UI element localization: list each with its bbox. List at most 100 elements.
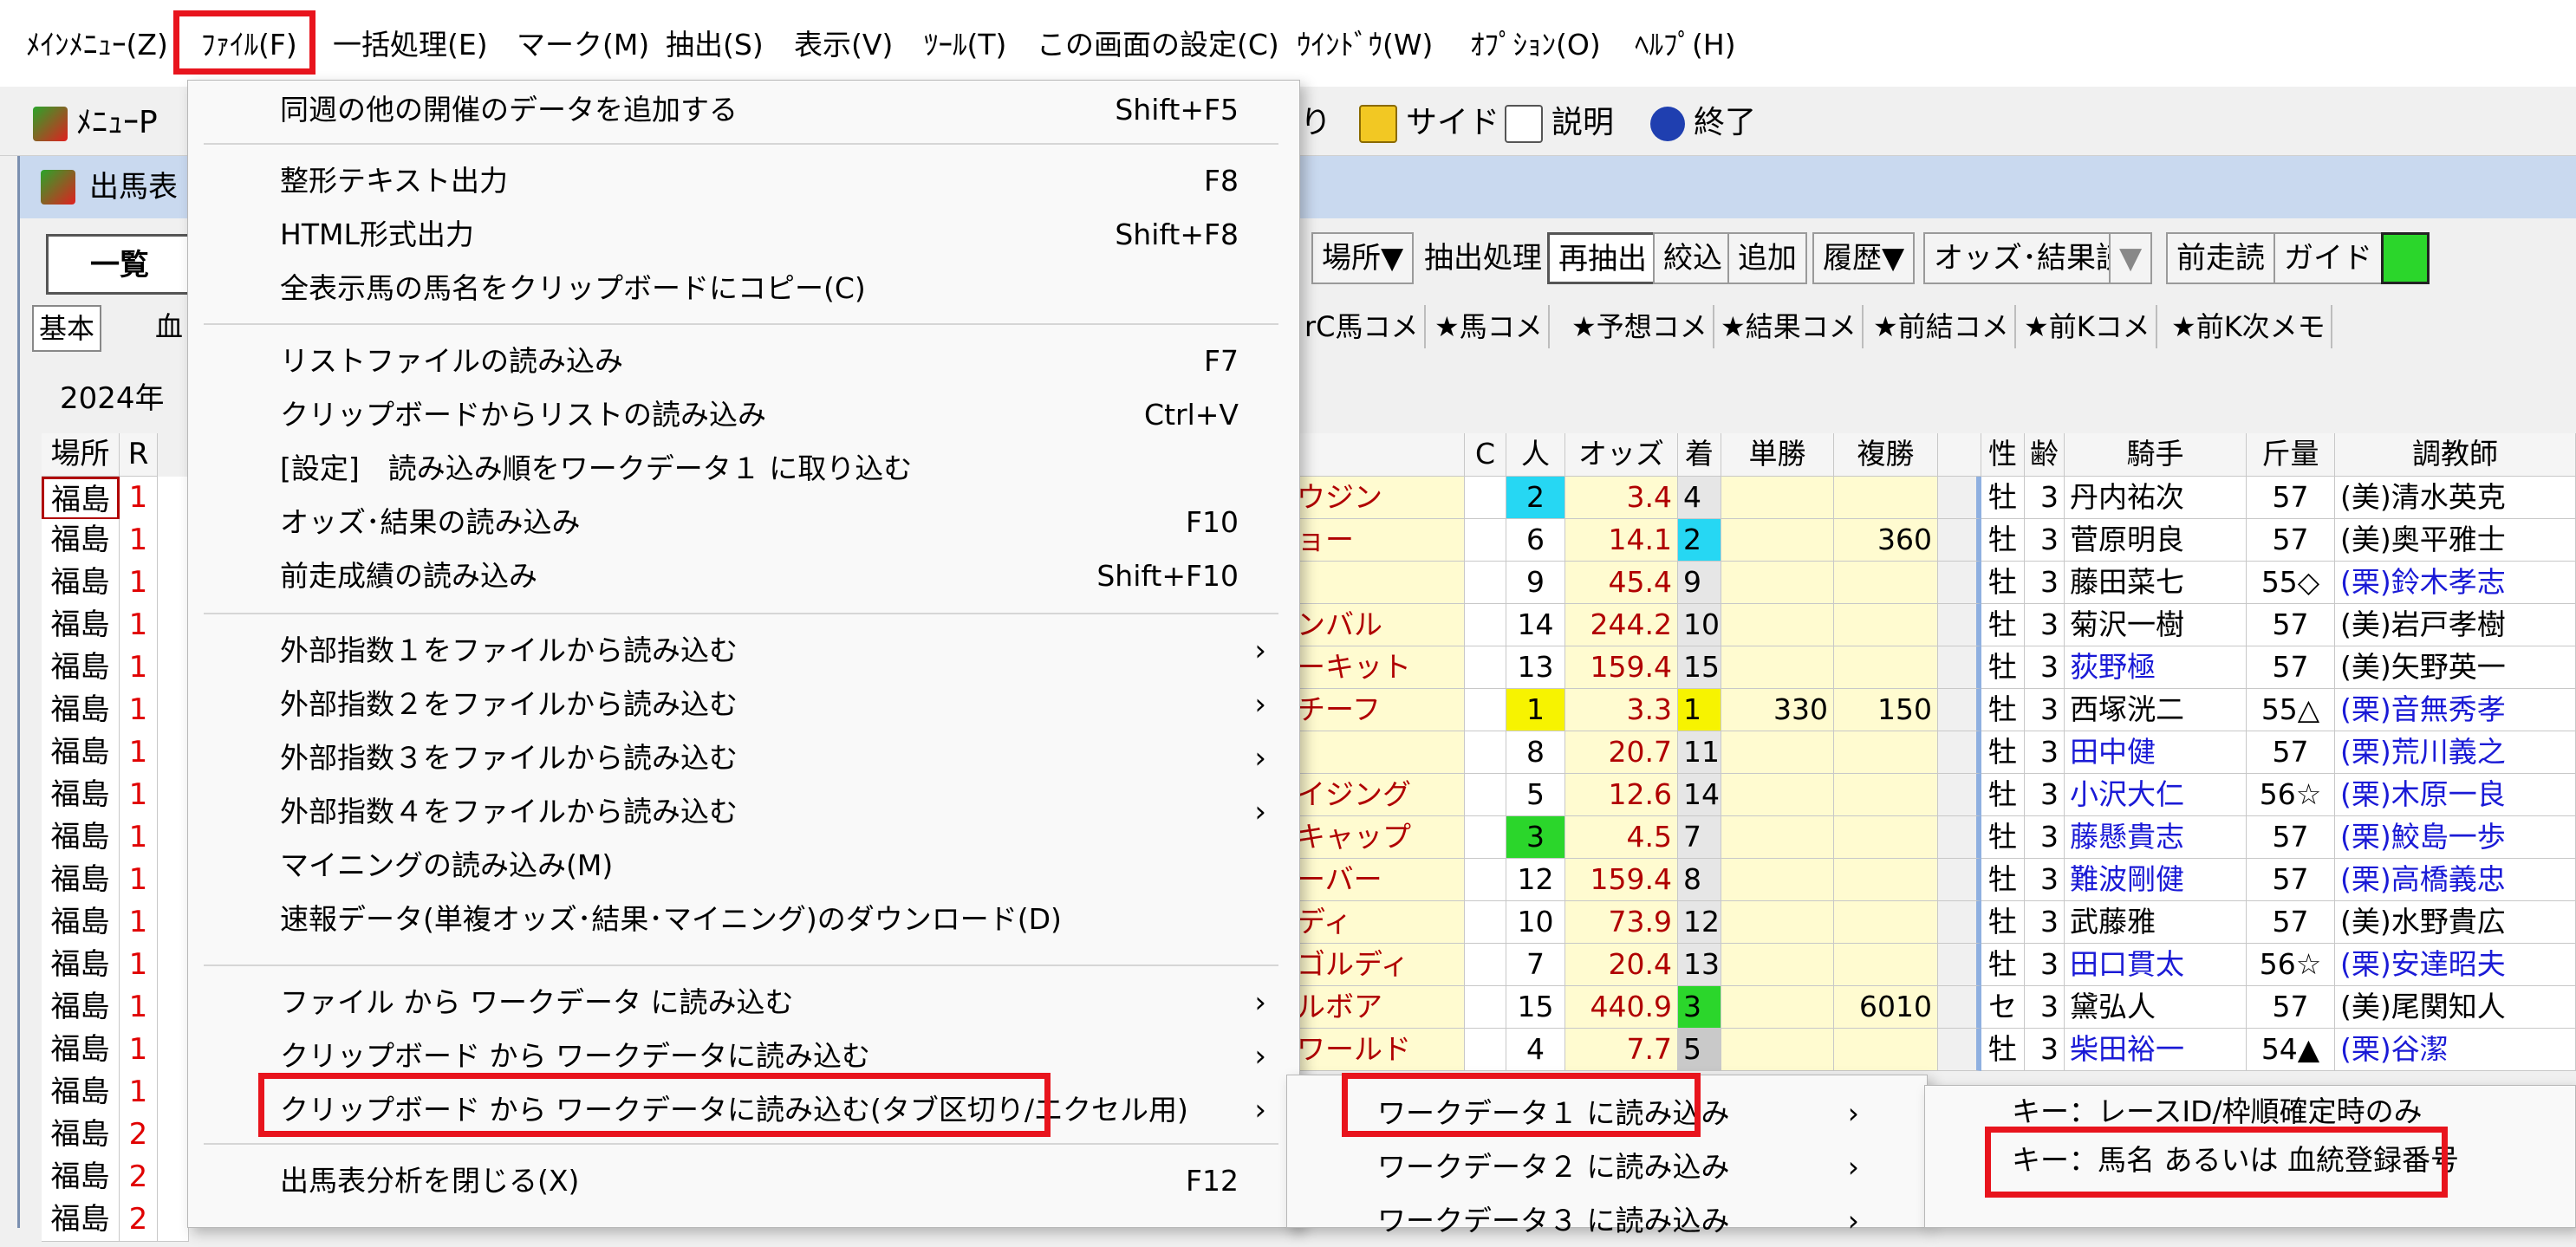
location-dropdown[interactable]: 場所▼ (1311, 232, 1415, 284)
tab-c-horse-comment[interactable]: rC馬コメ (1299, 305, 1426, 348)
toolbar-partial[interactable]: り (1300, 102, 1331, 144)
chevron-right-icon: › (1254, 1039, 1266, 1074)
trainer-cell: (栗)木原一良 (2335, 774, 2576, 816)
list-view-button[interactable]: 一覧 (46, 234, 193, 295)
horse-name-cell: ョー (1291, 519, 1465, 562)
file-menu-item-copy-horse-names[interactable]: 全表示馬の馬名をクリップボードにコピー(C) (188, 263, 1301, 315)
chevron-right-icon: › (1254, 985, 1266, 1020)
toolbar-side-button[interactable]: サイド (1359, 102, 1499, 144)
left-filler-cell (158, 1029, 189, 1072)
left-filler-cell (158, 477, 189, 520)
add-button[interactable]: 追加 (1727, 232, 1807, 284)
chevron-right-icon: › (1254, 633, 1266, 668)
weight-cell: 55△ (2247, 689, 2335, 731)
reextract-button[interactable]: 再抽出 (1547, 232, 1658, 284)
workdata-submenu-item-3[interactable]: ワークデータ３ に読み込み › (1287, 1195, 1929, 1247)
tab-basic[interactable]: 基本 (32, 305, 102, 352)
odds-dropdown-arrow[interactable]: ▼ (2109, 232, 2153, 284)
prev-race-read-button[interactable]: 前走読 (2166, 232, 2275, 284)
menu-view[interactable]: 表示(V) (794, 23, 893, 68)
odds-cell: 4.5 (1565, 816, 1678, 859)
tab-horse-comment[interactable]: ★馬コメ (1429, 305, 1550, 348)
left-filler-cell (158, 689, 189, 732)
tab-result-comment[interactable]: ★結果コメ (1715, 305, 1864, 348)
race-number-cell: 1 (120, 1071, 158, 1114)
trainer-cell: (美)尾関知人 (2335, 986, 2576, 1029)
place-payout-cell: 360 (1834, 519, 1938, 562)
horse-name-cell: ーバー (1291, 859, 1465, 901)
file-menu-item-ext-index-2[interactable]: 外部指数２をファイルから読み込む › (188, 679, 1301, 731)
file-menu-item-read-mining[interactable]: マイニングの読み込み(M) (188, 840, 1301, 892)
jockey-cell: 田中健 (2065, 731, 2247, 774)
menu-file-highlight (173, 10, 315, 75)
place-payout-cell: 6010 (1834, 986, 1938, 1029)
person-icon[interactable] (2381, 232, 2430, 284)
odds-cell: 73.9 (1565, 901, 1678, 944)
file-menu-item-download-flash-data[interactable]: 速報データ(単複オッズ･結果･マイニング)のダウンロード(D) (188, 893, 1301, 945)
menu-window[interactable]: ｳｲﾝﾄﾞｳ(W) (1297, 23, 1433, 68)
file-menu-item-read-odds-results[interactable]: オッズ･結果の読み込み F10 (188, 497, 1301, 549)
win-payout-cell (1721, 604, 1834, 646)
file-menu-item-read-list-clipboard[interactable]: クリップボードからリストの読み込み Ctrl+V (188, 389, 1301, 441)
menu-screen-settings[interactable]: この画面の設定(C) (1037, 23, 1279, 68)
workdata-submenu-item-2[interactable]: ワークデータ２ に読み込み › (1287, 1141, 1929, 1193)
file-menu-item-label: 外部指数１をファイルから読み込む (280, 633, 738, 667)
chevron-right-icon: › (1847, 1096, 1859, 1130)
file-menu-item-read-prev-results[interactable]: 前走成績の読み込み Shift+F10 (188, 550, 1301, 602)
toolbar-exit-button[interactable]: 終了 (1650, 102, 1756, 144)
sex-cell: 牡 (1981, 1029, 2025, 1071)
workdata1-highlight (1342, 1073, 1701, 1137)
popularity-cell: 13 (1506, 646, 1565, 689)
win-payout-cell (1721, 774, 1834, 816)
file-menu-item-close-race-analysis[interactable]: 出馬表分析を閉じる(X) F12 (188, 1155, 1301, 1207)
menu-options[interactable]: ｵﾌﾟｼｮﾝ(O) (1470, 23, 1601, 68)
file-menu-item-file-to-workdata[interactable]: ファイル から ワークデータ に読み込む › (188, 977, 1301, 1029)
file-menu-item-label: ファイル から ワークデータ に読み込む (280, 985, 794, 1019)
file-menu-item-set-read-order-workdata[interactable]: [設定] 読み込み順をワークデータ１ に取り込む (188, 443, 1301, 495)
c-cell (1465, 519, 1506, 562)
horse-name-cell: イジング (1291, 774, 1465, 816)
menu-batch[interactable]: 一括処理(E) (333, 23, 488, 68)
sex-cell: 牡 (1981, 859, 2025, 901)
weight-cell: 57 (2247, 859, 2335, 901)
odds-result-read-button[interactable]: オッズ･結果読 (1923, 232, 2136, 284)
guide-button[interactable]: ガイド (2274, 232, 2383, 284)
chevron-right-icon: › (1847, 1150, 1859, 1184)
gap-cell (1938, 519, 1981, 562)
weight-cell: 55◇ (2247, 562, 2335, 604)
history-dropdown[interactable]: 履歴▼ (1812, 232, 1916, 284)
toolbar-explain-button[interactable]: 説明 (1505, 102, 1614, 144)
finish-cell: 4 (1678, 477, 1721, 519)
menu-mark[interactable]: マーク(M) (517, 23, 649, 68)
menu-extract[interactable]: 抽出(S) (666, 23, 764, 68)
file-menu-item-read-list-file[interactable]: リストファイルの読み込み F7 (188, 335, 1301, 387)
column-header: C (1465, 433, 1506, 477)
jockey-cell: 西塚洸二 (2065, 689, 2247, 731)
tab-prev-result-comment[interactable]: ★前結コメ (1868, 305, 2016, 348)
tab-prediction-comment[interactable]: ★予想コメ (1566, 305, 1714, 348)
file-menu-item-formatted-text-output[interactable]: 整形テキスト出力 F8 (188, 155, 1301, 207)
popularity-cell: 7 (1506, 944, 1565, 986)
menu-tools[interactable]: ﾂｰﾙ(T) (924, 23, 1006, 68)
age-cell: 3 (2025, 859, 2065, 901)
race-number-cell: 1 (120, 477, 158, 520)
file-menu-item-add-other-venue[interactable]: 同週の他の開催のデータを追加する Shift+F5 (188, 84, 1301, 136)
weight-cell: 57 (2247, 731, 2335, 774)
tab-prev-k-comment[interactable]: ★前Kコメ (2019, 305, 2157, 348)
file-menu-item-ext-index-3[interactable]: 外部指数３をファイルから読み込む › (188, 732, 1301, 784)
toolbar-menu-button[interactable]: ﾒﾆｭｰP (33, 102, 158, 144)
file-menu-item-label: オッズ･結果の読み込み (280, 505, 581, 539)
tab-blood[interactable]: 血 (150, 305, 191, 348)
menu-help[interactable]: ﾍﾙﾌﾟ(H) (1635, 23, 1736, 68)
file-menu-item-shortcut: F10 (1186, 505, 1239, 539)
odds-cell: 20.4 (1565, 944, 1678, 986)
narrow-button[interactable]: 絞込 (1653, 232, 1733, 284)
tab-prev-k-next-memo[interactable]: ★前K次メモ (2166, 305, 2332, 348)
file-menu-item-label: リストファイルの読み込み (280, 344, 623, 378)
menu-main[interactable]: ﾒｲﾝﾒﾆｭｰ(Z) (26, 23, 168, 68)
c-cell (1465, 604, 1506, 646)
file-menu-item-html-output[interactable]: HTML形式出力 Shift+F8 (188, 209, 1301, 261)
file-menu-item-ext-index-4[interactable]: 外部指数４をファイルから読み込む › (188, 786, 1301, 838)
file-menu-item-ext-index-1[interactable]: 外部指数１をファイルから読み込む › (188, 625, 1301, 677)
finish-cell: 5 (1678, 1029, 1721, 1071)
